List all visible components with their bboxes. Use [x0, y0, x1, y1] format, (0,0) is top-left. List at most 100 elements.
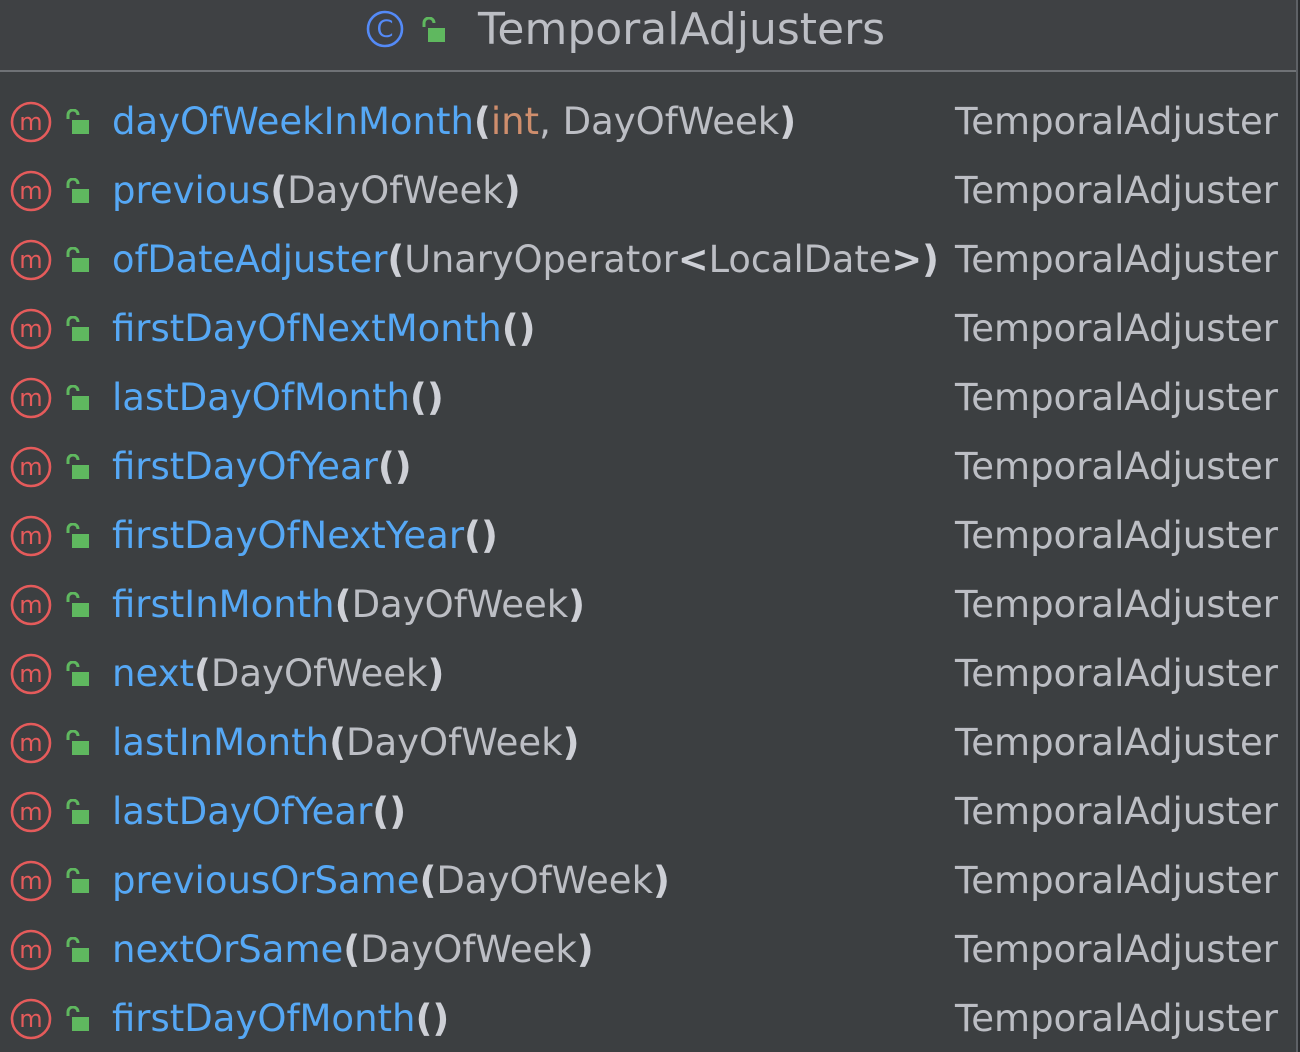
- method-signature: previousOrSame(DayOfWeek): [112, 854, 670, 908]
- public-lock-icon: [66, 109, 89, 134]
- public-lock-icon: [66, 178, 89, 203]
- method-m-icon: m: [10, 584, 52, 626]
- method-name: firstDayOfMonth: [112, 997, 416, 1040]
- method-row[interactable]: m firstDayOfYear() TemporalAdjuster: [0, 430, 1296, 499]
- method-row[interactable]: m lastDayOfYear() TemporalAdjuster: [0, 775, 1296, 844]
- return-type: TemporalAdjuster: [954, 583, 1278, 626]
- method-row[interactable]: m firstInMonth(DayOfWeek) TemporalAdjuster: [0, 568, 1296, 637]
- return-type: TemporalAdjuster: [954, 928, 1278, 971]
- method-signature: next(DayOfWeek): [112, 647, 444, 701]
- return-type: TemporalAdjuster: [954, 859, 1278, 902]
- svg-text:m: m: [19, 108, 42, 136]
- close-paren: ): [394, 445, 412, 488]
- open-paren: (: [473, 100, 491, 143]
- open-paren: (: [377, 445, 395, 488]
- method-row[interactable]: m previousOrSame(DayOfWeek) TemporalAdjust…: [0, 844, 1296, 913]
- svg-text:m: m: [19, 729, 42, 757]
- close-paren: ): [779, 100, 797, 143]
- svg-text:m: m: [19, 522, 42, 550]
- svg-text:m: m: [19, 384, 42, 412]
- close-paren: ): [426, 376, 444, 419]
- method-row[interactable]: m firstDayOfNextMonth() TemporalAdjuster: [0, 292, 1296, 361]
- public-lock-icon: [422, 17, 445, 42]
- close-paren: ): [562, 721, 580, 764]
- svg-text:m: m: [19, 315, 42, 343]
- method-signature: lastDayOfMonth(): [112, 371, 444, 425]
- open-paren: (: [501, 307, 519, 350]
- parameter-type: DayOfWeek: [287, 169, 504, 212]
- close-paren: ): [432, 997, 450, 1040]
- method-row[interactable]: m nextOrSame(DayOfWeek) TemporalAdjuster: [0, 913, 1296, 982]
- svg-text:m: m: [19, 177, 42, 205]
- public-lock-icon: [66, 592, 89, 617]
- close-paren: ): [653, 859, 670, 902]
- method-signature: firstDayOfMonth(): [112, 992, 449, 1046]
- method-row[interactable]: m firstDayOfNextYear() TemporalAdjuster: [0, 499, 1296, 568]
- method-m-icon: m: [10, 446, 52, 488]
- return-type: TemporalAdjuster: [954, 445, 1278, 488]
- public-lock-icon: [66, 937, 89, 962]
- method-m-icon: m: [10, 515, 52, 557]
- method-name: next: [112, 652, 194, 695]
- method-m-icon: m: [10, 170, 52, 212]
- method-row[interactable]: m ofDateAdjuster(UnaryOperator<LocalDate>…: [0, 223, 1296, 292]
- parameter-type: , DayOfWeek: [539, 100, 780, 143]
- close-paren: ): [389, 790, 407, 833]
- svg-text:C: C: [377, 15, 394, 43]
- return-type: TemporalAdjuster: [954, 997, 1278, 1040]
- svg-text:m: m: [19, 936, 42, 964]
- return-type: TemporalAdjuster: [954, 307, 1278, 350]
- svg-text:m: m: [19, 591, 42, 619]
- parameter-type: <: [677, 238, 709, 281]
- return-type: TemporalAdjuster: [954, 721, 1278, 764]
- method-m-icon: m: [10, 377, 52, 419]
- method-name: previousOrSame: [112, 859, 420, 902]
- method-row[interactable]: m lastDayOfMonth() TemporalAdjuster: [0, 361, 1296, 430]
- method-m-icon: m: [10, 860, 52, 902]
- open-paren: (: [415, 997, 433, 1040]
- method-signature: lastDayOfYear(): [112, 785, 406, 839]
- parameter-type: DayOfWeek: [360, 928, 577, 971]
- open-paren: (: [464, 514, 481, 557]
- return-type: TemporalAdjuster: [954, 238, 1278, 281]
- close-paren: ): [480, 514, 498, 557]
- method-signature: firstDayOfNextMonth(): [112, 302, 536, 356]
- method-m-icon: m: [10, 653, 52, 695]
- close-paren: ): [427, 652, 445, 695]
- open-paren: (: [387, 238, 405, 281]
- method-m-icon: m: [10, 929, 52, 971]
- method-signature: firstDayOfYear(): [112, 440, 412, 494]
- svg-text:m: m: [19, 246, 42, 274]
- open-paren: (: [270, 169, 288, 212]
- public-lock-icon: [66, 247, 89, 272]
- method-row[interactable]: m previous(DayOfWeek) TemporalAdjuster: [0, 154, 1296, 223]
- parameter-type: >: [891, 238, 923, 281]
- method-name: ofDateAdjuster: [112, 238, 388, 281]
- method-row[interactable]: m firstDayOfMonth() TemporalAdjuster: [0, 982, 1296, 1051]
- parameter-type: UnaryOperator: [404, 238, 678, 281]
- uml-class-box[interactable]: C TemporalAdjusters m dayOfWeekInMonth(in…: [0, 0, 1298, 1052]
- method-name: previous: [112, 169, 271, 212]
- parameter-type: DayOfWeek: [436, 859, 654, 902]
- return-type: TemporalAdjuster: [954, 790, 1278, 833]
- class-name: TemporalAdjusters: [478, 4, 886, 55]
- svg-text:m: m: [19, 453, 42, 481]
- open-paren: (: [193, 652, 211, 695]
- method-name: lastDayOfYear: [112, 790, 373, 833]
- close-paren: ): [518, 307, 536, 350]
- public-lock-icon: [66, 1006, 89, 1031]
- method-row[interactable]: m next(DayOfWeek) TemporalAdjuster: [0, 637, 1296, 706]
- open-paren: (: [329, 721, 346, 764]
- svg-text:m: m: [19, 798, 42, 826]
- method-name: dayOfWeekInMonth: [112, 100, 474, 143]
- method-m-icon: m: [10, 239, 52, 281]
- method-row[interactable]: m dayOfWeekInMonth(int, DayOfWeek) Tempora…: [0, 85, 1296, 154]
- svg-text:m: m: [19, 1005, 42, 1033]
- parameter-type: DayOfWeek: [346, 721, 563, 764]
- method-signature: ofDateAdjuster(UnaryOperator<LocalDate>): [112, 233, 939, 287]
- close-paren: ): [503, 169, 521, 212]
- parameter-type: int: [490, 100, 540, 143]
- method-name: firstDayOfNextYear: [112, 514, 465, 557]
- method-m-icon: m: [10, 791, 52, 833]
- method-row[interactable]: m lastInMonth(DayOfWeek) TemporalAdjuster: [0, 706, 1296, 775]
